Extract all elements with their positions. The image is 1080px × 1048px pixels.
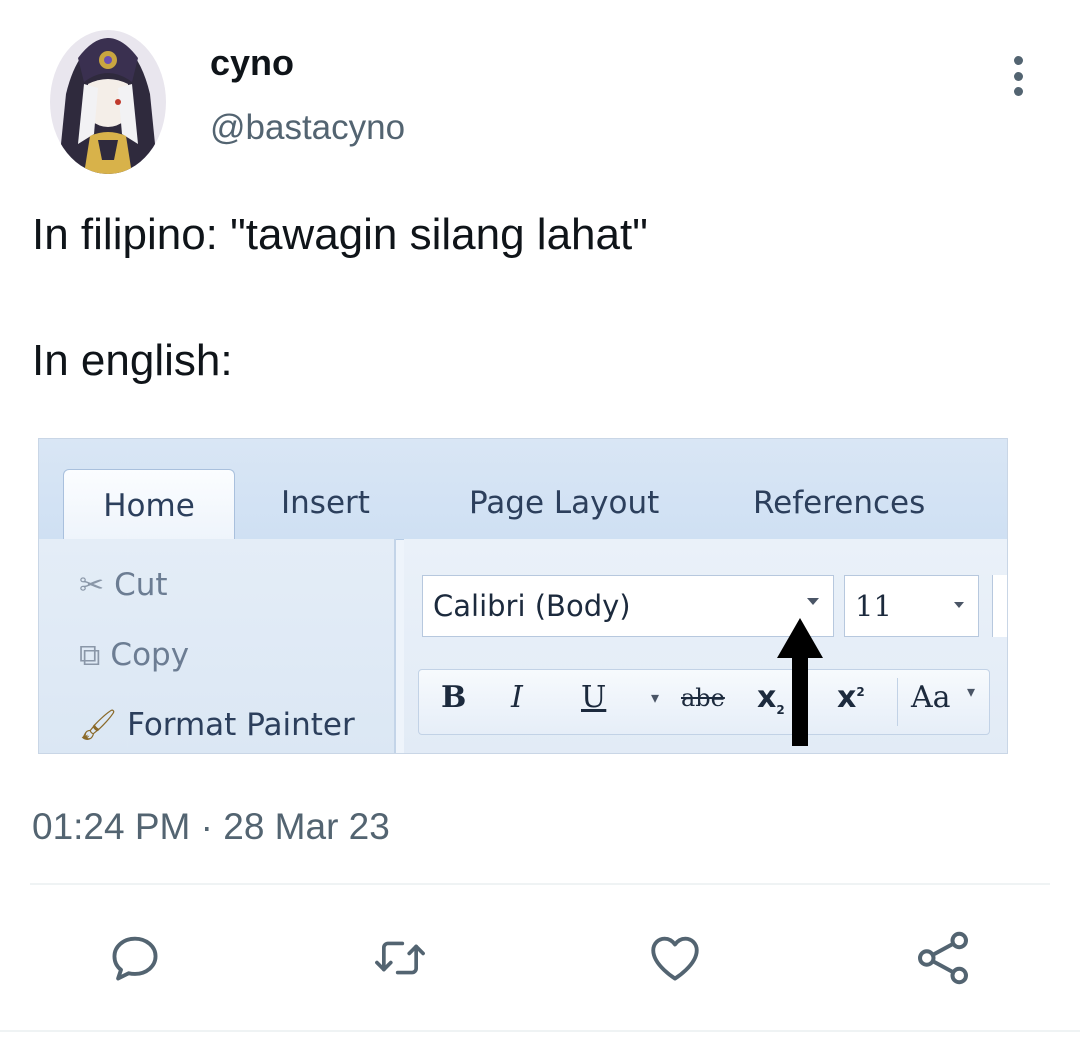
next-control-edge [992,575,1007,637]
change-case-dropdown-icon: ▾ [967,682,976,701]
cut-item: ✂ Cut [79,567,168,603]
paintbrush-icon: 🖌 [79,707,118,743]
tweet-timestamp[interactable]: 01:24 PM · 28 Mar 23 [32,806,390,848]
scissors-icon: ✂ [79,567,105,603]
separator [897,678,898,726]
superscript-button: x2 [837,680,865,715]
ribbon-tab-references: References [753,485,926,521]
more-options-icon[interactable] [1000,52,1036,100]
tweet-text-line-2: In english: [32,336,233,385]
display-name[interactable]: cyno [210,42,294,84]
heart-icon [651,936,699,981]
copy-item: ⧉ Copy [79,637,189,673]
cut-label: Cut [114,567,168,603]
bottom-divider [0,1030,1080,1032]
divider [30,883,1050,885]
format-button-row: B I U ▾ abe x2 x2 Aa ▾ [418,669,990,735]
clipboard-group: ✂ Cut ⧉ Copy 🖌 Format Painter [39,539,396,753]
user-handle[interactable]: @bastacyno [210,108,405,148]
font-size-box: 11 [844,575,979,637]
strikethrough-button: abe [681,684,725,712]
underline-button: U [581,680,607,715]
retweet-button[interactable] [370,928,430,988]
reply-icon [112,936,158,981]
change-case-button: Aa [911,680,951,715]
subscript-label: x [757,680,777,715]
black-pointer-arrow-icon [777,618,823,746]
reply-button[interactable] [105,928,165,988]
font-name-value: Calibri (Body) [433,589,631,623]
copy-label: Copy [110,637,190,673]
format-painter-item: 🖌 Format Painter [79,707,355,743]
size-dropdown-arrow-icon [954,602,964,608]
font-name-box: Calibri (Body) [422,575,834,637]
retweet-icon [375,941,425,975]
share-icon [917,931,969,985]
like-button[interactable] [645,928,705,988]
ribbon-tab-bar: Home Insert Page Layout References [39,439,1007,542]
bold-button: B [441,680,467,715]
underline-dropdown-icon: ▾ [651,688,660,707]
tweet-text-line-1: In filipino: "tawagin silang lahat" [32,210,648,259]
ribbon-tab-insert: Insert [281,485,370,521]
share-button[interactable] [913,928,973,988]
font-size-value: 11 [855,589,892,623]
ribbon-tab-page-layout: Page Layout [469,485,660,521]
format-painter-label: Format Painter [127,707,355,743]
italic-button: I [511,680,523,715]
superscript-label: x [837,680,857,715]
copy-icon: ⧉ [79,637,101,673]
avatar[interactable] [48,24,168,174]
font-dropdown-arrow-icon [807,598,819,605]
ribbon-tab-home: Home [63,469,235,542]
font-group: Calibri (Body) 11 B I U ▾ abe x2 x2 Aa ▾ [404,539,1007,753]
attached-image-ribbon[interactable]: Home Insert Page Layout References ✂ Cut… [38,438,1008,754]
